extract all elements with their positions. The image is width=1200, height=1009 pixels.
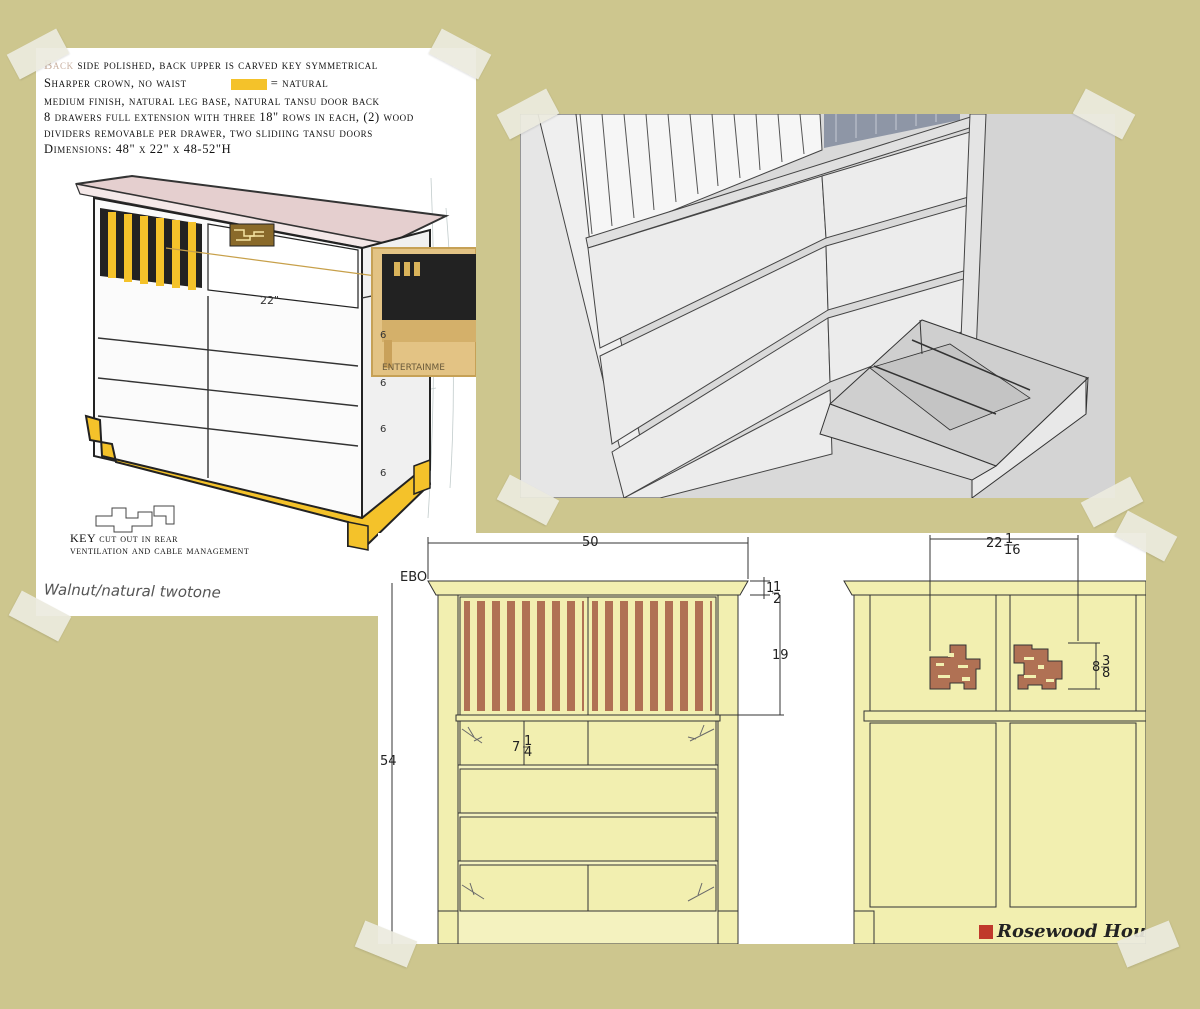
handwritten-note: Walnut/natural twotone: [43, 580, 221, 602]
dim-width: 50: [582, 535, 599, 550]
slat-group-right-door: [592, 601, 712, 711]
dim-upper: 19: [772, 648, 789, 663]
render-card: [520, 114, 1115, 498]
inset-label: ENTERTAINME: [382, 363, 445, 373]
key-label-2: ventilation and cable management: [70, 543, 250, 557]
drawer-mark: 6: [380, 468, 386, 479]
sketch-dim-22: 22": [260, 294, 279, 307]
slat-group-left-door: [464, 601, 584, 711]
sketch-card: Back side polished, back upper is carved…: [36, 48, 476, 616]
ebo-label: EBO: [400, 570, 427, 585]
drawer-mark: 6: [380, 424, 386, 435]
key-doodle: [95, 505, 175, 533]
brand-mark-icon: [978, 925, 993, 939]
dim-key-span-whole: 22: [986, 536, 1003, 551]
drawer-render: [520, 114, 1115, 498]
dim-key-height-den: 8: [1102, 666, 1110, 681]
drawer-mark: 6: [380, 378, 386, 389]
back-elevation: 22 1 16 8 3 8: [843, 533, 1146, 944]
dim-drawer-den: 4: [524, 745, 532, 760]
elevation-drawing: EBO 50 54 1 1 2 19 7 1 4 22 1 16 8 3 8: [380, 533, 1146, 944]
front-elevation: 50 54 1 1 2 19 7 1 4: [380, 535, 789, 944]
dim-height: 54: [380, 754, 397, 769]
elevation-card: EBO 50 54 1 1 2 19 7 1 4 22 1 16 8 3 8 R…: [378, 533, 1146, 944]
dim-key-height-whole: 8: [1092, 660, 1100, 675]
dim-key-span-den: 16: [1004, 543, 1021, 558]
dim-drawer-whole: 7: [512, 740, 520, 755]
drawer-mark: 6: [380, 330, 386, 341]
